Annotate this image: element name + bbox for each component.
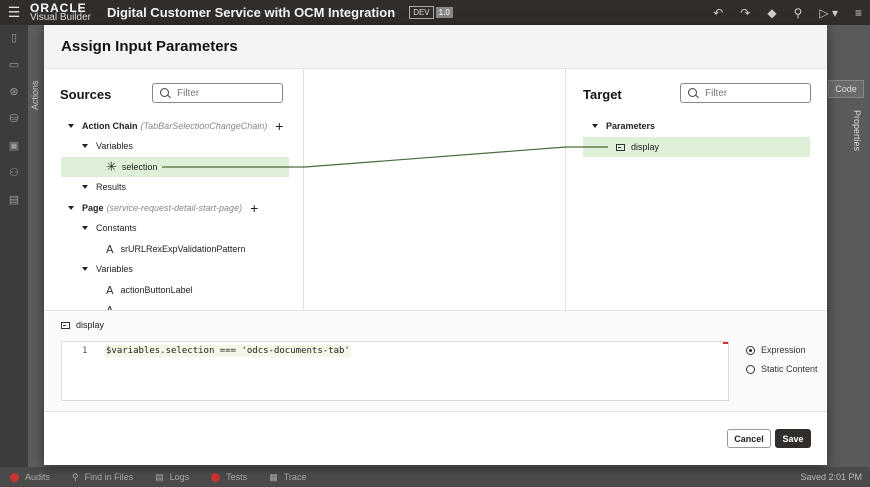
tree-item-cutoff: A: [106, 300, 121, 311]
caret-down-icon[interactable]: [82, 226, 88, 230]
error-icon: [10, 472, 19, 482]
radio-button-selected[interactable]: [746, 345, 755, 355]
radio-button[interactable]: [746, 364, 755, 374]
mobile-apps-icon[interactable]: ▯: [0, 25, 28, 52]
business-objects-icon[interactable]: ⛁: [0, 106, 28, 133]
object-type-icon: [61, 321, 70, 329]
add-icon[interactable]: +: [250, 201, 258, 215]
sources-filter-input[interactable]: [177, 87, 277, 99]
caret-down-icon[interactable]: [592, 124, 598, 128]
env-version: 1.0: [435, 7, 453, 18]
tree-item-chain-variables[interactable]: Variables: [82, 136, 133, 156]
source-icon[interactable]: ▤: [0, 187, 28, 214]
tree-item-action-chain[interactable]: Action Chain (TabBarSelectionChangeChain…: [68, 116, 283, 136]
actions-tab-label: Actions: [30, 80, 40, 110]
saved-status: Saved 2:01 PM: [800, 472, 862, 482]
trace-item[interactable]: ▦ Trace: [269, 472, 306, 483]
radio-expression[interactable]: Expression: [746, 345, 806, 355]
tree-item-results[interactable]: Results: [82, 177, 126, 197]
caret-down-icon[interactable]: [82, 144, 88, 148]
sources-title: Sources: [60, 87, 112, 102]
search-icon: [688, 87, 699, 99]
sources-filter[interactable]: [152, 83, 283, 103]
dialog-header: Assign Input Parameters: [44, 25, 827, 69]
oracle-logo: ORACLE Visual Builder: [30, 0, 91, 23]
error-icon: [211, 472, 221, 482]
tree-item-selection[interactable]: ✳ selection: [61, 157, 289, 177]
env-badge: DEV: [409, 6, 434, 19]
left-rail: ▯ ▭ ⊛ ⛁ ▣ ⚇ ▤: [0, 25, 28, 467]
target-filter[interactable]: [680, 83, 811, 103]
error-marker: [723, 342, 728, 344]
mapper-panes: Sources Action Chain (TabBarSelectionCha…: [44, 69, 827, 310]
caret-down-icon[interactable]: [82, 267, 88, 271]
trace-icon: ▦: [269, 471, 278, 482]
tree-item-constants[interactable]: Constants: [82, 218, 137, 238]
cancel-button[interactable]: Cancel: [727, 429, 771, 448]
tree-item-parameters[interactable]: Parameters: [592, 116, 655, 136]
sources-pane: Sources Action Chain (TabBarSelectionCha…: [44, 69, 304, 310]
top-toolbar: ↶ ↷ ◆ ⚲ ▷ ▾ ≡: [713, 0, 862, 25]
run-icon[interactable]: ▷ ▾: [819, 6, 838, 20]
expression-field-label: display: [61, 320, 104, 330]
mapping-area: [305, 69, 566, 310]
caret-down-icon[interactable]: [68, 124, 74, 128]
caret-down-icon[interactable]: [82, 185, 88, 189]
status-bar: Audits ⚲ Find in Files ▤ Logs Tests ▦ Trace…: [0, 467, 870, 487]
git-icon[interactable]: ◆: [767, 6, 776, 20]
save-button[interactable]: Save: [775, 429, 811, 448]
code-line[interactable]: $variables.selection === 'odcs-documents…: [105, 345, 351, 357]
top-bar: ☰ ORACLE Visual Builder Digital Customer…: [0, 0, 870, 25]
logs-item[interactable]: ▤ Logs: [155, 472, 189, 483]
hamburger-menu-icon[interactable]: ☰: [0, 4, 28, 21]
assign-input-parameters-dialog: Assign Input Parameters Sources Action C…: [44, 25, 827, 465]
search-icon: [160, 87, 171, 99]
target-pane: Target Parameters display: [567, 69, 827, 310]
properties-tab-label: Properties: [852, 110, 862, 152]
string-type-icon: A: [106, 283, 114, 297]
tree-item-page-variable[interactable]: A actionButtonLabel: [106, 280, 193, 300]
tree-item-page[interactable]: Page (service-request-detail-start-page)…: [68, 198, 258, 218]
tree-item-constant[interactable]: A srURLRexExpValidationPattern: [106, 239, 245, 259]
tree-item-page-variables[interactable]: Variables: [82, 259, 133, 279]
object-type-icon: [616, 143, 625, 151]
logs-icon: ▤: [155, 471, 164, 482]
expression-editor[interactable]: 1 $variables.selection === 'odcs-documen…: [61, 341, 729, 401]
add-icon[interactable]: +: [275, 119, 283, 133]
target-title: Target: [583, 87, 622, 102]
tests-item[interactable]: Tests: [211, 472, 247, 482]
dialog-title: Assign Input Parameters: [61, 38, 238, 55]
app-title: Digital Customer Service with OCM Integr…: [106, 5, 396, 20]
caret-down-icon[interactable]: [68, 206, 74, 210]
web-apps-icon[interactable]: ▭: [0, 52, 28, 79]
find-in-files-item[interactable]: ⚲ Find in Files: [72, 472, 133, 483]
string-type-icon: A: [106, 242, 114, 256]
line-number: 1: [82, 346, 88, 356]
tree-item-display[interactable]: display: [583, 137, 810, 157]
code-button[interactable]: Code: [828, 80, 864, 98]
expression-section: display 1 $variables.selection === 'odcs…: [44, 310, 827, 412]
search-icon: ⚲: [72, 471, 79, 482]
components-icon[interactable]: ▣: [0, 133, 28, 160]
search-icon[interactable]: ⚲: [794, 6, 803, 20]
undo-icon[interactable]: ↶: [713, 6, 723, 20]
any-type-icon: ✳: [106, 159, 117, 174]
main-menu-icon[interactable]: ≡: [855, 6, 862, 20]
radio-static-content[interactable]: Static Content: [746, 364, 818, 374]
redo-icon[interactable]: ↷: [740, 6, 750, 20]
processes-icon[interactable]: ⚇: [0, 160, 28, 187]
services-icon[interactable]: ⊛: [0, 79, 28, 106]
target-filter-input[interactable]: [705, 87, 805, 99]
audits-item[interactable]: Audits: [10, 472, 50, 482]
